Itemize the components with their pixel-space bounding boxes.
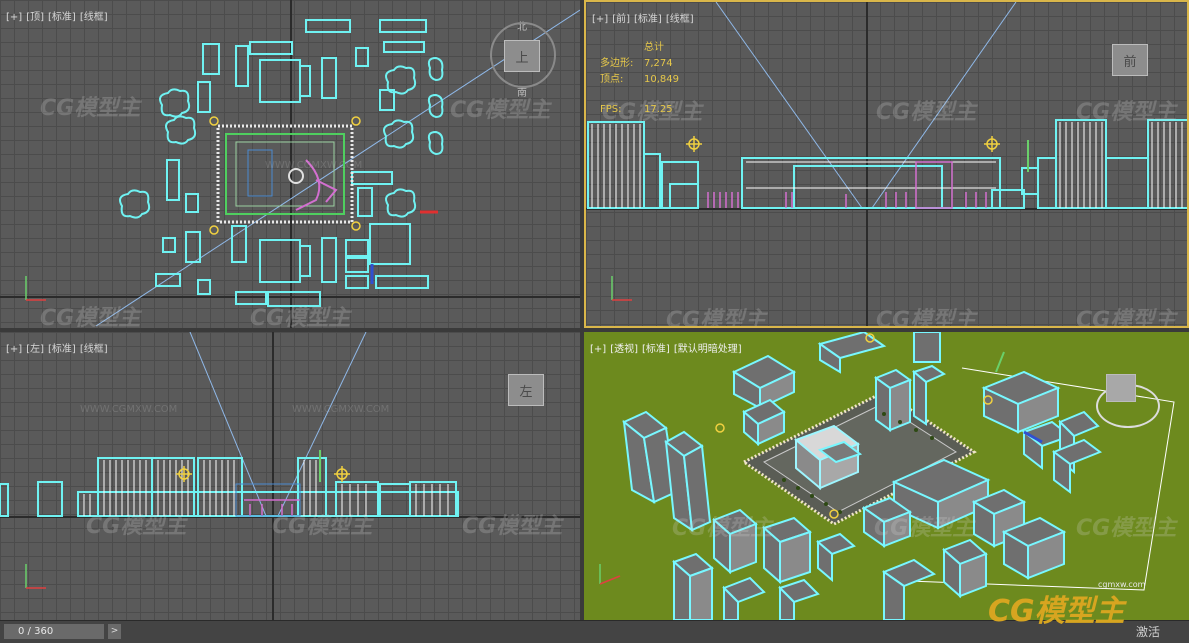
fps-label: FPS: <box>600 104 622 115</box>
stats-overlay: 总计 多边形: 7,274 顶点: 10,849 FPS: 17.25 <box>600 40 679 118</box>
viewcube[interactable]: 左 <box>508 374 544 406</box>
watermark: CG模型主 <box>1076 308 1177 328</box>
watermark: CG模型主 <box>40 306 141 328</box>
viewport-label[interactable]: [+] [前] [标准] [线框] <box>592 10 698 25</box>
left-scene <box>0 332 459 589</box>
watermark-url: WWW.CGMXW.COM <box>265 160 363 171</box>
viewcube[interactable]: 上 <box>504 40 540 72</box>
watermark: CG模型主 <box>874 516 975 541</box>
watermark: CG模型主 <box>86 514 187 539</box>
watermark: CG模型主 <box>1076 100 1177 125</box>
viewport-top[interactable]: [+] [顶] [标准] [线框] 上 北 南 CG模型主 CG模型主 CG模型主 C… <box>0 0 580 328</box>
frame-counter[interactable]: 0 / 360 <box>4 624 104 639</box>
watermark: CG模型主 <box>450 98 551 123</box>
watermark: CG模型主 <box>1076 516 1177 541</box>
viewport-label[interactable]: [+] [左] [标准] [线框] <box>6 340 112 355</box>
watermark-url: WWW.CGMXW.COM <box>292 404 390 415</box>
activate-text: 激活 <box>1136 625 1161 639</box>
watermark: CG模型主 <box>672 516 773 541</box>
viewport-perspective[interactable]: [+][透视][标准][默认明暗处理] CG模型主 CG模型主 CG模型主 <box>584 332 1189 620</box>
watermark-url: WWW.CGMXW.COM <box>80 404 178 415</box>
poly-label: 多边形: <box>600 58 634 69</box>
watermark: CG模型主 <box>272 514 373 539</box>
poly-value: 7,274 <box>644 58 673 69</box>
watermark: CG模型主 <box>666 308 767 328</box>
watermark: CG模型主 <box>462 514 563 539</box>
watermark: CG模型主 <box>876 308 977 328</box>
stats-total-label: 总计 <box>644 42 664 53</box>
watermark: CG模型主 <box>40 96 141 121</box>
watermark: CG模型主 <box>250 306 351 328</box>
viewport-left[interactable]: [+] [左] [标准] [线框] 左 WWW.CGMXW.COM WWW.CGMXW… <box>0 332 580 620</box>
fps-value: 17.25 <box>644 104 673 115</box>
vert-label: 顶点: <box>600 74 624 85</box>
viewcube[interactable]: 前 <box>1112 44 1148 76</box>
vert-value: 10,849 <box>644 74 679 85</box>
watermark: CG模型主 <box>876 100 977 125</box>
perspective-scene <box>599 332 1175 620</box>
viewport-label[interactable]: [+] [顶] [标准] [线框] <box>6 8 112 23</box>
viewcube[interactable] <box>1106 374 1136 402</box>
viewport-front[interactable]: [+] [前] [标准] [线框] 总计 多边形: 7,274 顶点: 10,849 FP… <box>584 0 1189 328</box>
brand-logo: CG模型主 <box>988 594 1125 629</box>
viewport-label[interactable]: [+] [透视] [标准] [默认明暗处理] <box>590 340 746 355</box>
next-frame-button[interactable]: > <box>108 624 121 639</box>
